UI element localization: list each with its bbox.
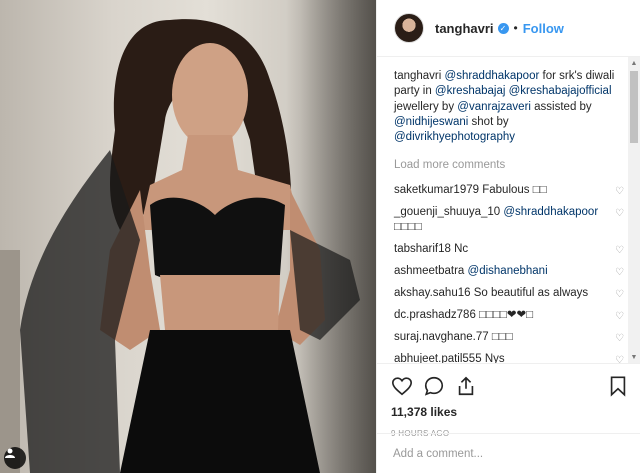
scrollbar-thumb[interactable]	[630, 71, 638, 143]
comment-item: _gouenji_shuuya_10 @shraddhakapoor □□□□ ♡	[394, 205, 624, 235]
username-link[interactable]: tanghavri	[435, 21, 494, 36]
post-header: tanghavri ✓ • Follow	[377, 0, 640, 57]
comment-text: □□	[532, 184, 547, 197]
comment-item: akshay.sahu16 So beautiful as always ♡	[394, 286, 624, 301]
add-comment-input[interactable]	[393, 447, 613, 460]
comment-text: So beautiful as always	[473, 287, 589, 300]
heart-icon[interactable]	[391, 375, 413, 397]
post-photo[interactable]	[0, 0, 376, 473]
comment-username[interactable]: saketkumar1979	[394, 184, 479, 196]
comment-text: □□□□❤❤□	[479, 309, 534, 322]
comment-item: suraj.navghane.77 □□□ ♡	[394, 330, 624, 345]
mention-link[interactable]: @kreshabajaj	[435, 85, 506, 97]
like-comment-heart-icon[interactable]: ♡	[615, 206, 624, 221]
comment-username[interactable]: ashmeetbatra	[394, 265, 464, 277]
user-tag-icon[interactable]	[4, 447, 26, 469]
action-icons-row	[391, 370, 629, 402]
comment-username[interactable]: tabsharif18	[394, 243, 451, 255]
bookmark-icon[interactable]	[607, 375, 629, 397]
add-comment-bar	[377, 433, 640, 473]
comment-username[interactable]: abhujeet.patil555	[394, 353, 482, 363]
mention-link[interactable]: @divrikhyephotography	[394, 131, 515, 143]
comment-item: dc.prashadz786 □□□□❤❤□ ♡	[394, 308, 624, 323]
comments-list[interactable]: tanghavri @shraddhakapoor for srk's diwa…	[377, 57, 640, 363]
comment-item: saketkumar1979 Fabulous □□ ♡	[394, 183, 624, 198]
comment-bubble-icon[interactable]	[423, 375, 445, 397]
like-comment-heart-icon[interactable]: ♡	[615, 265, 624, 280]
caption: tanghavri @shraddhakapoor for srk's diwa…	[394, 69, 624, 145]
mention-link[interactable]: @dishanebhani	[468, 265, 548, 277]
comment-text: Nc	[454, 243, 469, 256]
like-comment-heart-icon[interactable]: ♡	[615, 287, 624, 302]
comment-username[interactable]: _gouenji_shuuya_10	[394, 206, 500, 218]
comment-item: abhujeet.patil555 Nys ♡	[394, 352, 624, 363]
caption-fragment: assisted by	[530, 100, 592, 113]
like-comment-heart-icon[interactable]: ♡	[615, 184, 624, 199]
caption-fragment: jewellery by	[394, 100, 458, 113]
verified-check-icon: ✓	[497, 22, 509, 34]
like-comment-heart-icon[interactable]: ♡	[615, 331, 624, 346]
comment-item: ashmeetbatra @dishanebhani ♡	[394, 264, 624, 279]
like-comment-heart-icon[interactable]: ♡	[615, 243, 624, 258]
comment-text: Fabulous	[482, 184, 533, 197]
mention-link[interactable]: @shraddhakapoor	[503, 206, 598, 218]
scroll-up-arrow-icon[interactable]: ▲	[628, 57, 640, 69]
scroll-down-arrow-icon[interactable]: ▼	[628, 351, 640, 363]
like-comment-heart-icon[interactable]: ♡	[615, 309, 624, 324]
follow-button[interactable]: Follow	[523, 21, 564, 36]
load-more-comments-button[interactable]: Load more comments	[394, 159, 624, 171]
share-icon[interactable]	[455, 375, 477, 397]
avatar[interactable]	[394, 13, 424, 43]
comment-username[interactable]: suraj.navghane.77	[394, 331, 489, 343]
post-sidebar: tanghavri ✓ • Follow tanghavri @shraddha…	[376, 0, 640, 473]
comment-text: □□□□	[394, 221, 422, 234]
likes-count[interactable]: 11,378 likes	[391, 405, 629, 419]
comment-item: tabsharif18 Nc ♡	[394, 242, 624, 257]
portrait-illustration	[20, 19, 360, 473]
mention-link[interactable]: @shraddhakapoor	[445, 70, 540, 82]
comment-text: □□□	[491, 331, 513, 344]
caption-fragment: shot by	[468, 115, 509, 128]
dot-separator: •	[513, 21, 518, 35]
post-actions: 11,378 likes 9 HOURS AGO	[377, 363, 640, 438]
comment-items: saketkumar1979 Fabulous □□ ♡ _gouenji_shuu…	[394, 183, 624, 363]
comment-username[interactable]: akshay.sahu16	[394, 287, 471, 299]
like-comment-heart-icon[interactable]: ♡	[615, 353, 624, 363]
comment-text: Nys	[484, 353, 505, 363]
comments-scrollbar[interactable]: ▲ ▼	[628, 57, 640, 363]
caption-username[interactable]: tanghavri	[394, 70, 441, 82]
mention-link[interactable]: @nidhijeswani	[394, 116, 468, 128]
mention-link[interactable]: @vanrajzaveri	[457, 101, 531, 113]
mention-link[interactable]: @kreshabajajofficial	[509, 85, 612, 97]
comment-username[interactable]: dc.prashadz786	[394, 309, 476, 321]
